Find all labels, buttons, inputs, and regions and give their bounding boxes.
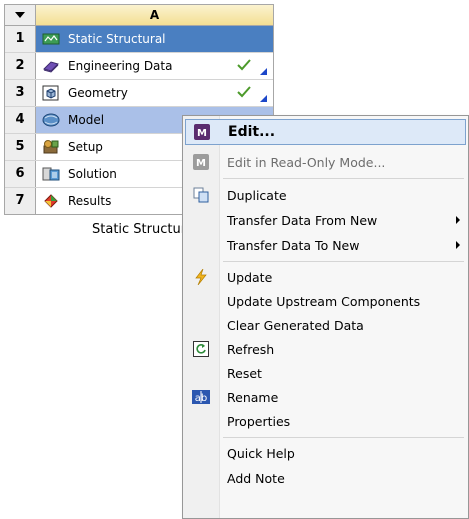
- checkmark-icon: [237, 86, 251, 98]
- row-label: Setup: [68, 140, 103, 154]
- menu-item-quick-help[interactable]: Quick Help: [185, 442, 466, 464]
- row-number: 5: [5, 134, 36, 160]
- row-label: Engineering Data: [68, 59, 173, 73]
- system-row-geometry[interactable]: 3 Geometry: [5, 80, 273, 107]
- context-menu: M Edit... M Edit in Read-Only Mode... Du…: [182, 115, 469, 519]
- duplicate-icon: [185, 187, 217, 203]
- status-corner-icon: [260, 95, 267, 102]
- row-label: Solution: [68, 167, 117, 181]
- menu-item-edit-read-only[interactable]: M Edit in Read-Only Mode...: [185, 151, 466, 173]
- svg-text:M: M: [196, 158, 206, 169]
- results-icon: [42, 193, 60, 209]
- row-label: Results: [68, 194, 112, 208]
- solution-icon: [42, 166, 60, 182]
- menu-item-label: Add Note: [227, 470, 285, 486]
- menu-separator: [223, 178, 464, 179]
- chevron-down-icon: [15, 12, 25, 18]
- menu-item-label: Refresh: [227, 341, 275, 357]
- row-number: 7: [5, 188, 36, 214]
- menu-item-properties[interactable]: Properties: [185, 410, 466, 432]
- column-header-a: A: [36, 5, 273, 25]
- system-header: A: [5, 5, 273, 26]
- menu-item-label: Rename: [227, 389, 279, 405]
- menu-item-transfer-data-to-new[interactable]: Transfer Data To New: [185, 234, 466, 256]
- update-bolt-icon: [185, 269, 217, 285]
- row-number: 4: [5, 107, 36, 133]
- submenu-arrow-icon: [456, 216, 460, 224]
- checkmark-icon: [237, 59, 251, 71]
- status-corner-icon: [260, 68, 267, 75]
- row-number: 3: [5, 80, 36, 106]
- static-structural-icon: [42, 31, 60, 47]
- system-menu-dropdown[interactable]: [5, 5, 36, 25]
- row-label: Static Structural: [68, 32, 166, 46]
- row-label: Geometry: [68, 86, 128, 100]
- menu-item-label: Update Upstream Components: [227, 293, 421, 309]
- menu-item-label: Quick Help: [227, 445, 295, 461]
- rename-icon: ab: [185, 390, 217, 404]
- menu-item-label: Edit...: [228, 124, 276, 140]
- mechanical-icon: M: [186, 124, 218, 140]
- row-number: 6: [5, 161, 36, 187]
- setup-icon: [42, 139, 60, 155]
- menu-item-rename[interactable]: ab Rename: [185, 386, 466, 408]
- menu-item-refresh[interactable]: Refresh: [185, 338, 466, 360]
- menu-item-update[interactable]: Update: [185, 266, 466, 288]
- model-icon: [42, 112, 60, 128]
- menu-item-add-note[interactable]: Add Note: [185, 467, 466, 489]
- menu-item-label: Update: [227, 269, 273, 285]
- submenu-arrow-icon: [456, 241, 460, 249]
- menu-item-transfer-data-from-new[interactable]: Transfer Data From New: [185, 209, 466, 231]
- refresh-icon: [185, 341, 217, 357]
- menu-item-reset[interactable]: Reset: [185, 362, 466, 384]
- svg-text:M: M: [197, 128, 207, 139]
- menu-separator: [223, 261, 464, 262]
- menu-item-duplicate[interactable]: Duplicate: [185, 184, 466, 206]
- geometry-icon: [42, 85, 60, 101]
- engineering-data-icon: [42, 58, 60, 74]
- menu-item-label: Properties: [227, 413, 291, 429]
- menu-item-label: Reset: [227, 365, 262, 381]
- menu-item-label: Transfer Data To New: [227, 237, 360, 253]
- mechanical-gray-icon: M: [185, 154, 217, 170]
- system-row-engineering-data[interactable]: 2 Engineering Data: [5, 53, 273, 80]
- menu-item-edit[interactable]: M Edit...: [185, 119, 466, 145]
- row-label: Model: [68, 113, 105, 127]
- system-row-static-structural[interactable]: 1 Static Structural: [5, 26, 273, 53]
- menu-item-label: Edit in Read-Only Mode...: [227, 154, 386, 170]
- row-number: 1: [5, 26, 36, 52]
- menu-item-update-upstream-components[interactable]: Update Upstream Components: [185, 290, 466, 312]
- menu-item-label: Duplicate: [227, 187, 287, 203]
- menu-separator: [223, 437, 464, 438]
- row-number: 2: [5, 53, 36, 79]
- menu-item-label: Transfer Data From New: [227, 212, 378, 228]
- menu-item-label: Clear Generated Data: [227, 317, 364, 333]
- menu-item-clear-generated-data[interactable]: Clear Generated Data: [185, 314, 466, 336]
